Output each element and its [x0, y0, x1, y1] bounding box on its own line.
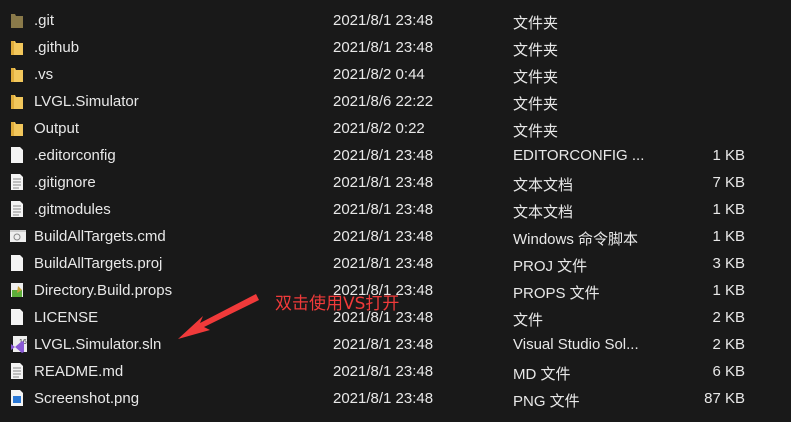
annotation-arrow-icon	[178, 294, 259, 339]
